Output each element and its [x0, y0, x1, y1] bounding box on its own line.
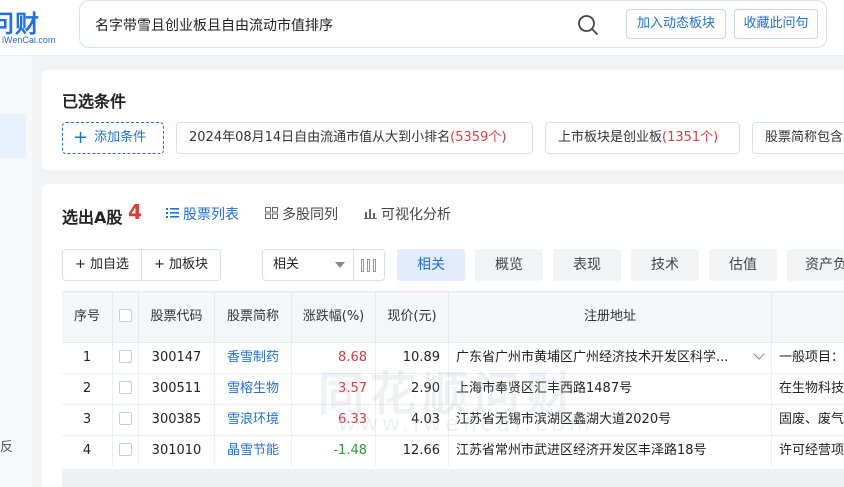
cell-no: 1	[62, 343, 113, 373]
plus-icon: +	[73, 127, 89, 148]
cell-name-link[interactable]: 香雪制药	[215, 343, 292, 373]
column-icon-bar	[373, 259, 376, 272]
table-footer	[42, 466, 844, 487]
column-settings-button[interactable]	[353, 249, 385, 281]
col-header-scope[interactable]	[772, 292, 844, 342]
search-icon[interactable]	[576, 13, 600, 37]
search-box[interactable]: 名字带雪且创业板且自由流动市值排序 加入动态板块 收藏此问句	[79, 0, 827, 48]
tab-multi-stock[interactable]: 多股同列	[265, 204, 338, 224]
condition-chip[interactable]: 2024年08月14日自由流通市值从大到小排名(5359个)	[176, 122, 533, 154]
cell-code: 301010	[139, 436, 215, 466]
conditions-title: 已选条件	[62, 92, 127, 111]
column-icon-bar	[367, 259, 370, 272]
segment-assets[interactable]: 资产负	[787, 249, 844, 281]
cell-no: 3	[62, 405, 113, 435]
cell-name-link[interactable]: 雪榕生物	[215, 374, 292, 404]
favorite-query-button[interactable]: 收藏此问句	[734, 9, 818, 39]
column-icon-bar	[361, 259, 364, 272]
bar-chart-icon	[364, 209, 377, 219]
cell-code: 300385	[139, 405, 215, 435]
rail-active-item[interactable]	[0, 114, 26, 158]
condition-text: 2024年08月14日自由流通市值从大到小排名	[189, 130, 451, 145]
segment-related[interactable]: 相关	[397, 249, 465, 281]
top-bar: 问财 iWenCai.com 名字带雪且创业板且自由流动市值排序 加入动态板块 …	[0, 0, 844, 56]
cell-scope: 固废、废气	[779, 412, 844, 427]
cell-code: 300511	[139, 374, 215, 404]
add-condition-label: 添加条件	[94, 130, 147, 145]
results-panel: 选出A股 4 股票列表 多股同列 可视化分析 + 加自选 + 加板块 相关 相关…	[42, 184, 844, 487]
cell-select[interactable]	[113, 436, 139, 466]
cell-price: 12.66	[376, 436, 449, 466]
sort-select-value: 相关	[273, 257, 300, 272]
cell-select[interactable]	[113, 374, 139, 404]
condition-text: 股票简称包含	[765, 130, 844, 145]
condition-count: (5359个)	[450, 130, 507, 145]
add-condition-button[interactable]: + 添加条件	[62, 122, 164, 154]
rail-item-label[interactable]: 反	[0, 436, 13, 455]
condition-chip[interactable]: 上市板块是创业板(1351个)	[545, 122, 740, 154]
row-checkbox[interactable]	[119, 381, 132, 394]
logo-mark: 问财	[0, 10, 40, 38]
grid-icon	[265, 207, 278, 219]
chevron-down-icon[interactable]	[753, 348, 765, 360]
cell-name-link[interactable]: 雪浪环境	[215, 405, 292, 435]
col-header-address[interactable]: 注册地址	[449, 292, 772, 342]
table-header: 序号 股票代码 股票简称 涨跌幅(%) 现价(元) 注册地址	[62, 291, 844, 343]
tab-label: 多股同列	[282, 207, 338, 223]
tab-label: 股票列表	[183, 207, 239, 223]
cell-select[interactable]	[113, 343, 139, 373]
col-header-name[interactable]: 股票简称	[215, 292, 292, 342]
row-checkbox[interactable]	[119, 443, 132, 456]
horizontal-scrollbar[interactable]	[62, 469, 844, 487]
cell-no: 4	[62, 436, 113, 466]
results-count: 4	[128, 200, 142, 224]
add-block-label: 加板块	[169, 257, 209, 272]
col-header-no[interactable]: 序号	[62, 292, 113, 342]
segment-overview[interactable]: 概览	[475, 249, 543, 281]
watermark-url: www.iwencai.com	[338, 412, 595, 437]
results-title: 选出A股	[62, 208, 123, 227]
segment-performance[interactable]: 表现	[553, 249, 621, 281]
cell-scope: 在生物科技	[779, 381, 844, 396]
cell-scope: 一般项目：	[779, 350, 844, 365]
condition-count: (1351个)	[662, 130, 719, 145]
col-header-code[interactable]: 股票代码	[139, 292, 215, 342]
cell-no: 2	[62, 374, 113, 404]
tab-label: 可视化分析	[381, 207, 451, 223]
condition-text: 上市板块是创业板	[558, 130, 663, 145]
logo[interactable]: 问财 iWenCai.com	[0, 4, 60, 48]
add-block-button[interactable]: + 加板块	[141, 249, 221, 281]
select-all-checkbox[interactable]	[119, 309, 132, 322]
cell-address: 江苏省常州市武进区经济开发区丰泽路18号	[449, 436, 772, 466]
table-row[interactable]: 4 301010 晶雪节能 -1.48 12.66 江苏省常州市武进区经济开发区…	[62, 436, 844, 467]
list-icon	[166, 208, 179, 218]
left-rail: 反	[0, 56, 32, 487]
cell-change: -1.48	[292, 436, 376, 466]
tab-visual-analysis[interactable]: 可视化分析	[364, 204, 451, 224]
cell-scope: 许可经营项	[779, 443, 844, 458]
col-header-change[interactable]: 涨跌幅(%)	[292, 292, 376, 342]
search-input[interactable]: 名字带雪且创业板且自由流动市值排序	[95, 15, 333, 35]
cell-name-link[interactable]: 晶雪节能	[215, 436, 292, 466]
tab-stock-list[interactable]: 股票列表	[166, 204, 239, 224]
sort-select[interactable]: 相关	[262, 249, 354, 281]
segment-technical[interactable]: 技术	[631, 249, 699, 281]
add-watchlist-label: 加自选	[90, 257, 130, 272]
row-checkbox[interactable]	[119, 350, 132, 363]
row-checkbox[interactable]	[119, 412, 132, 425]
col-header-select[interactable]	[113, 292, 139, 342]
caret-down-icon	[335, 262, 345, 268]
cell-code: 300147	[139, 343, 215, 373]
cell-select[interactable]	[113, 405, 139, 435]
condition-chip[interactable]: 股票简称包含	[752, 122, 844, 154]
col-header-price[interactable]: 现价(元)	[376, 292, 449, 342]
logo-subtext: iWenCai.com	[2, 35, 56, 45]
segment-valuation[interactable]: 估值	[709, 249, 777, 281]
add-dynamic-block-button[interactable]: 加入动态板块	[626, 9, 726, 39]
conditions-panel: 已选条件 + 添加条件 2024年08月14日自由流通市值从大到小排名(5359个…	[42, 70, 844, 170]
add-watchlist-button[interactable]: + 加自选	[62, 249, 142, 281]
